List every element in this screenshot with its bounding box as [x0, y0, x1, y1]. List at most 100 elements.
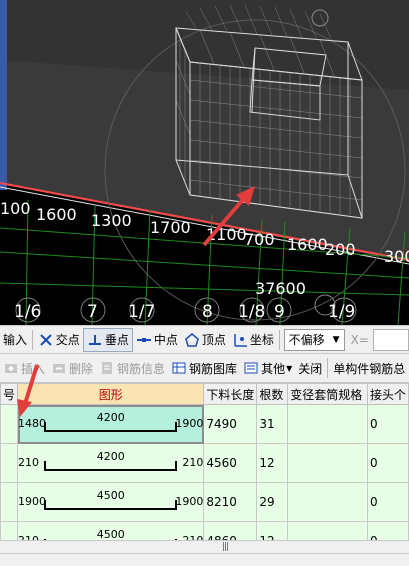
- rebar-shape: 1900 4500 1900: [19, 484, 204, 521]
- dim-text: 200: [325, 240, 356, 259]
- cut-length-cell[interactable]: 8210: [203, 482, 258, 522]
- single-member-total-label: 单构件钢筋总: [333, 361, 406, 376]
- insert-button[interactable]: 插入: [0, 357, 48, 379]
- perpendicular-icon: [88, 334, 101, 345]
- count-cell[interactable]: 29: [256, 482, 289, 522]
- dim-text: 100: [0, 199, 31, 218]
- snap-toolbar: 输入 交点 垂点 中点 顶点 坐标 不偏移 ▼ X=: [0, 325, 409, 354]
- dim-text: 300: [384, 247, 409, 266]
- shape-cell[interactable]: 210 4200 210: [17, 443, 205, 483]
- table-row[interactable]: 210 4200 210 4560 12 0: [0, 443, 409, 483]
- intersection-icon: [40, 333, 52, 346]
- col-shape-header[interactable]: 图形: [17, 383, 205, 405]
- row-no-cell[interactable]: [0, 404, 19, 444]
- dim-text-total: 37600: [255, 279, 306, 298]
- col-no-header[interactable]: 号: [0, 383, 19, 405]
- sleeve-cell[interactable]: [287, 443, 368, 483]
- col-count-header[interactable]: 根数: [256, 383, 289, 405]
- midpoint-snap-button[interactable]: 中点: [133, 329, 181, 351]
- dim-text: 1300: [91, 211, 132, 230]
- count-cell[interactable]: 31: [256, 404, 289, 444]
- sleeve-cell[interactable]: [287, 521, 368, 540]
- count-cell[interactable]: 12: [256, 521, 289, 540]
- cut-length-cell[interactable]: 7490: [203, 404, 258, 444]
- sleeve-cell[interactable]: [287, 482, 368, 522]
- intersection-snap-button[interactable]: 交点: [35, 329, 83, 351]
- axis-label: 8: [202, 302, 213, 322]
- rebar-info-label: 钢筋信息: [117, 361, 166, 376]
- status-strip: [0, 553, 409, 566]
- toolbar-separator: [327, 358, 329, 378]
- axis-label: 1/6: [14, 302, 41, 322]
- rebar-library-button[interactable]: 钢筋图库: [168, 357, 240, 379]
- input-label: 输入: [3, 333, 28, 347]
- offset-mode-value: 不偏移: [288, 333, 325, 347]
- close-button[interactable]: 关闭: [295, 357, 325, 379]
- table-row[interactable]: 1480 4200 1900 7490 31 0: [0, 404, 409, 444]
- cut-length-cell[interactable]: 4560: [203, 443, 258, 483]
- perpendicular-snap-button[interactable]: 垂点: [82, 327, 133, 352]
- table-row[interactable]: 1900 4500 1900 8210 29 0: [0, 482, 409, 522]
- other-menu-button[interactable]: 其他 ▼: [240, 357, 295, 379]
- midpoint-icon: [136, 337, 151, 342]
- toolbar-separator: [278, 329, 280, 350]
- single-member-total-button[interactable]: 单构件钢筋总: [330, 357, 408, 379]
- col-joint-header[interactable]: 接头个: [366, 383, 409, 405]
- dim-text: 1600: [287, 235, 328, 254]
- shape-cell[interactable]: 1480 4200 1900: [17, 404, 205, 444]
- x-coordinate-input[interactable]: [372, 328, 409, 351]
- axis-label: 1/8: [238, 302, 265, 322]
- shape-cell[interactable]: 210 4500 210: [17, 521, 205, 540]
- delete-button[interactable]: 删除: [48, 357, 96, 379]
- chevron-down-icon: ▼: [286, 363, 293, 373]
- vertex-snap-button[interactable]: 顶点: [181, 329, 229, 351]
- joint-cell[interactable]: 0: [366, 521, 409, 540]
- viewport-canvas[interactable]: 100 1600 1300 1700 1100 700 1600 200 300…: [0, 0, 409, 325]
- rebar-library-icon: [172, 362, 186, 374]
- shape-cell[interactable]: 1900 4500 1900: [17, 482, 205, 522]
- side-panel-edge: [0, 0, 7, 190]
- vertex-label: 顶点: [201, 333, 226, 347]
- row-no-cell[interactable]: [0, 482, 19, 522]
- rebar-info-button[interactable]: 钢筋信息: [96, 357, 168, 379]
- midpoint-label: 中点: [153, 333, 178, 347]
- close-label: 关闭: [298, 361, 323, 376]
- rebar-info-icon: [102, 362, 113, 374]
- scroll-grip-icon[interactable]: |||: [222, 542, 229, 552]
- rebar-shape: 210 4200 210: [19, 445, 204, 482]
- horizontal-scrollbar[interactable]: |||: [0, 540, 409, 553]
- axis-label: 7: [87, 302, 98, 322]
- count-cell[interactable]: 12: [256, 443, 289, 483]
- dim-text: 1100: [206, 225, 247, 244]
- col-sleeve-header[interactable]: 变径套筒规格: [287, 383, 368, 405]
- rebar-toolbar: 插入 删除 钢筋信息 钢筋图库 其他 ▼ 关闭 单构件钢筋总: [0, 354, 409, 383]
- sleeve-cell[interactable]: [287, 404, 368, 444]
- shape-bar: [44, 500, 178, 510]
- axis-markers: [15, 297, 357, 323]
- dim-text: 1600: [36, 205, 77, 224]
- rebar-shape: 1480 4200 1900: [19, 406, 203, 443]
- row-no-cell[interactable]: [0, 443, 19, 483]
- joint-cell[interactable]: 0: [366, 482, 409, 522]
- rebar-library-label: 钢筋图库: [189, 361, 238, 376]
- input-button[interactable]: 输入: [0, 329, 30, 351]
- joint-cell[interactable]: 0: [366, 404, 409, 444]
- cut-length-cell[interactable]: 4860: [203, 521, 258, 540]
- table-header: 号 图形 下料长度 根数 变径套筒规格 接头个: [0, 383, 409, 405]
- shape-right-value: 210: [182, 456, 204, 469]
- axis-label: 1/9: [328, 302, 355, 322]
- perpendicular-label: 垂点: [104, 333, 129, 347]
- 3d-viewport[interactable]: 100 1600 1300 1700 1100 700 1600 200 300…: [0, 0, 409, 325]
- rebar-shape: 210 4500 210: [19, 523, 203, 540]
- insert-icon: [5, 364, 17, 373]
- dim-text: 700: [244, 230, 275, 249]
- row-no-cell[interactable]: [0, 521, 19, 540]
- joint-cell[interactable]: 0: [366, 443, 409, 483]
- offset-mode-select[interactable]: 不偏移 ▼: [283, 328, 345, 351]
- shape-right-value: 1900: [175, 495, 204, 508]
- table-row[interactable]: 210 4500 210 4860 12 0: [0, 521, 409, 540]
- toolbar-separator: [32, 329, 33, 350]
- coordinate-icon: [234, 333, 247, 347]
- col-cut-length-header[interactable]: 下料长度: [203, 383, 258, 405]
- coordinate-snap-button[interactable]: 坐标: [229, 329, 277, 351]
